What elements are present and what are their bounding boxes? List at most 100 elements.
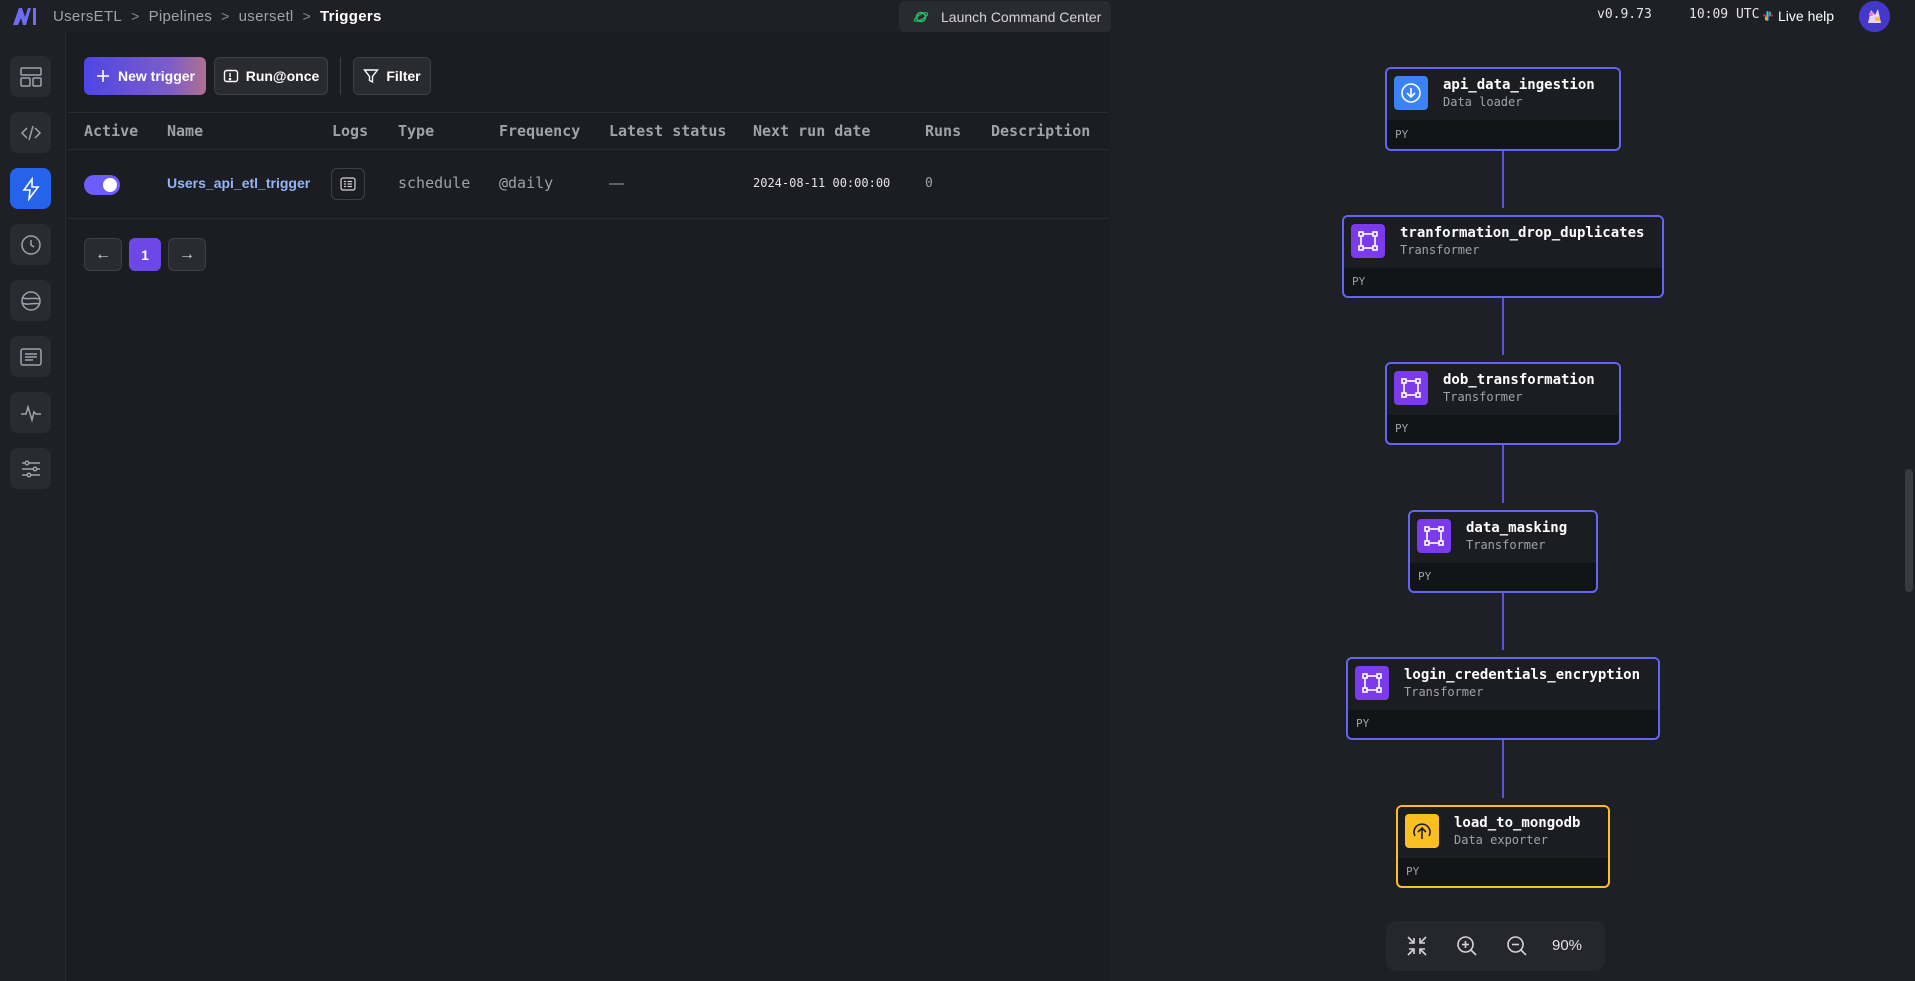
graph-node-block[interactable]: tranformation_drop_duplicates Transforme…: [1342, 215, 1664, 298]
run-once-button[interactable]: Run@once: [214, 57, 328, 95]
graph-edge: [1502, 298, 1504, 355]
breadcrumb-current: Triggers: [320, 7, 382, 25]
node-title: login_credentials_encryption: [1404, 667, 1641, 683]
node-header: dob_transformation Transformer: [1387, 364, 1619, 415]
sidebar-item-overview[interactable]: [10, 56, 51, 97]
sidebar-item-runs[interactable]: [10, 224, 51, 265]
zoom-out-button[interactable]: [1504, 933, 1530, 959]
node-subtitle: Transformer: [1466, 538, 1546, 552]
toggle-knob: [103, 178, 117, 192]
node-header: login_credentials_encryption Transformer: [1348, 659, 1658, 710]
column-header-description[interactable]: Description: [991, 113, 1090, 151]
pagination: ← 1 →: [84, 238, 213, 271]
sidebar: [0, 32, 66, 981]
filter-icon: [363, 69, 380, 84]
column-header-name[interactable]: Name: [167, 113, 203, 151]
version-label: v0.9.73: [1597, 7, 1652, 22]
node-icon: [1405, 814, 1439, 848]
zoom-in-button[interactable]: [1454, 933, 1480, 959]
toolbar: New trigger Run@once Filter: [84, 56, 431, 96]
layout-icon: [19, 66, 42, 87]
column-header-latest-status[interactable]: Latest status: [609, 113, 726, 151]
node-subtitle: Data loader: [1443, 95, 1523, 109]
slack-icon: [1763, 11, 1773, 21]
top-header: UsersETL > Pipelines > usersetl > Trigge…: [0, 0, 1915, 32]
next-page-button[interactable]: →: [168, 238, 206, 271]
graph-edge: [1502, 740, 1504, 798]
graph-node-block[interactable]: login_credentials_encryption Transformer…: [1346, 657, 1660, 740]
node-title: load_to_mongodb: [1454, 815, 1581, 831]
graph-scrollbar[interactable]: [1903, 32, 1915, 981]
breadcrumb-pipeline[interactable]: usersetl: [239, 8, 294, 25]
graph-node-block[interactable]: data_masking Transformer PY: [1408, 510, 1598, 593]
sidebar-item-logs[interactable]: [10, 336, 51, 377]
dependency-graph[interactable]: api_data_ingestion Data loader PY tranfo…: [1110, 32, 1915, 981]
sidebar-item-triggers[interactable]: [10, 168, 51, 209]
breadcrumb-separator: >: [131, 8, 140, 24]
graph-node-block[interactable]: api_data_ingestion Data loader PY: [1385, 67, 1621, 151]
transform-icon: [1424, 526, 1444, 546]
breadcrumb-pipelines[interactable]: Pipelines: [149, 8, 213, 25]
new-trigger-label: New trigger: [117, 68, 195, 84]
node-title: tranformation_drop_duplicates: [1400, 225, 1645, 241]
node-header: data_masking Transformer: [1410, 512, 1596, 563]
graph-node-block[interactable]: dob_transformation Transformer PY: [1385, 362, 1621, 445]
zoom-controls: 90%: [1386, 921, 1605, 971]
graph-scrollbar-thumb[interactable]: [1905, 469, 1913, 592]
graph-node-block[interactable]: load_to_mongodb Data exporter PY: [1396, 805, 1610, 888]
table-header: Active Name Logs Type Frequency Latest s…: [67, 112, 1109, 150]
breadcrumb-project[interactable]: UsersETL: [53, 8, 122, 25]
fit-view-button[interactable]: [1404, 933, 1430, 959]
new-trigger-button[interactable]: New trigger: [84, 57, 206, 95]
run-once-label: Run@once: [245, 68, 320, 84]
node-header: load_to_mongodb Data exporter: [1398, 807, 1608, 858]
breadcrumb: UsersETL > Pipelines > usersetl > Trigge…: [53, 0, 382, 32]
avatar[interactable]: [1859, 1, 1890, 32]
trigger-next-run-date: 2024-08-11 00:00:00: [753, 176, 891, 190]
sidebar-item-settings[interactable]: [10, 448, 51, 489]
plus-icon: [96, 70, 109, 82]
sidebar-item-monitor[interactable]: [10, 392, 51, 433]
filter-button[interactable]: Filter: [353, 57, 431, 95]
live-help-link[interactable]: Live help: [1762, 0, 1834, 32]
triggers-panel: New trigger Run@once Filter Active Name …: [67, 32, 1109, 981]
node-language: PY: [1418, 570, 1432, 583]
table-row[interactable]: Users_api_etl_trigger schedule @daily — …: [67, 150, 1109, 219]
trigger-type: schedule: [398, 174, 471, 192]
node-language: PY: [1395, 128, 1409, 141]
sidebar-item-backfills[interactable]: [10, 280, 51, 321]
active-toggle[interactable]: [84, 175, 120, 195]
graph-edge: [1502, 445, 1504, 503]
node-language: PY: [1395, 422, 1409, 435]
lightning-icon: [21, 176, 40, 201]
trigger-runs: 0: [925, 176, 933, 191]
collapse-arrows-icon: [1407, 936, 1427, 956]
download-icon: [1401, 83, 1421, 103]
column-header-frequency[interactable]: Frequency: [499, 113, 580, 151]
current-page-button[interactable]: 1: [129, 238, 161, 271]
column-header-runs[interactable]: Runs: [925, 113, 961, 151]
clock-label: 10:09 UTC: [1689, 7, 1760, 22]
transform-icon: [1401, 378, 1421, 398]
sidebar-item-edit-code[interactable]: [10, 112, 51, 153]
column-header-type[interactable]: Type: [398, 113, 434, 151]
mage-logo-icon[interactable]: [12, 6, 38, 26]
node-subtitle: Transformer: [1400, 243, 1480, 257]
node-title: data_masking: [1466, 520, 1568, 536]
transform-icon: [1362, 673, 1382, 693]
node-header: tranformation_drop_duplicates Transforme…: [1344, 217, 1662, 268]
trigger-frequency: @daily: [499, 174, 554, 192]
breadcrumb-separator: >: [302, 8, 312, 24]
planet-icon: [913, 11, 929, 22]
node-icon: [1394, 76, 1428, 110]
column-header-logs[interactable]: Logs: [332, 113, 368, 151]
node-language: PY: [1406, 865, 1420, 878]
column-header-active[interactable]: Active: [84, 113, 138, 151]
prev-page-button[interactable]: ←: [84, 238, 122, 271]
node-subtitle: Transformer: [1443, 390, 1523, 404]
logs-button[interactable]: [331, 168, 365, 200]
code-icon: [20, 125, 41, 140]
launch-command-center-button[interactable]: Launch Command Center: [899, 1, 1111, 32]
column-header-next-run-date[interactable]: Next run date: [753, 113, 870, 151]
trigger-name-link[interactable]: Users_api_etl_trigger: [167, 150, 310, 219]
